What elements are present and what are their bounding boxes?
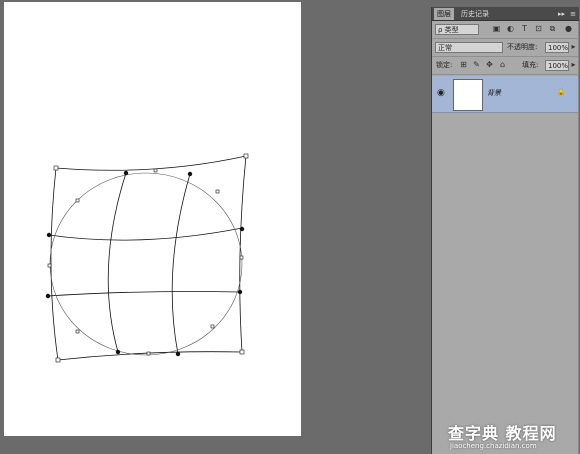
layer-filter-row: ρ 类型 ▣ ◐ T ⊡ ⧉ ● [432,21,579,39]
lock-position-icon[interactable]: ✥ [485,60,494,69]
warp-handle [153,168,158,173]
fill-dropdown-icon[interactable]: ▸ [569,60,578,69]
warp-handle [47,263,52,268]
warp-horizontal-line-2 [47,291,241,297]
tab-layers[interactable]: 图层 [434,8,454,20]
warp-handle [53,165,59,171]
fill-input[interactable]: 100% [545,60,569,71]
collapse-panel-icon[interactable]: ▸▸ [558,8,565,20]
warp-top-edge [55,155,247,171]
warp-handle [75,329,80,334]
blend-row: 正常 不透明度: 100% ▸ [432,39,579,57]
lock-row: 锁定: ⊞ ✎ ✥ ⌂ 填充: 100% ▸ [432,57,579,75]
panel-tab-bar: 图层 历史记录 ▸▸ ≡ [432,7,579,21]
warp-vertical-line-1 [107,172,127,353]
fill-label: 填充: [522,61,539,69]
warp-handle [55,357,61,363]
panel-scrollbar[interactable] [578,21,579,454]
warp-anchor [45,293,51,299]
warp-handle [239,255,244,260]
blend-mode-select[interactable]: 正常 [435,42,503,53]
watermark: 查字典 教程网 jiaocheng.chazidian.com [448,420,580,454]
tab-history[interactable]: 历史记录 [458,8,492,20]
warp-anchor [123,170,129,176]
watermark-title: 查字典 教程网 [448,424,557,443]
watermark-url: jiaocheng.chazidian.com [450,442,537,450]
layers-panel: 图层 历史记录 ▸▸ ≡ ρ 类型 ▣ ◐ T ⊡ ⧉ ● 正常 不透明度: 1… [431,7,579,454]
warp-anchor-points [45,170,245,357]
lock-all-icon[interactable]: ⌂ [498,60,507,69]
layer-name[interactable]: 背景 [487,88,501,98]
filter-kind-select[interactable]: ρ 类型 [435,24,479,35]
warp-anchor [115,349,121,355]
opacity-dropdown-icon[interactable]: ▸ [569,42,578,51]
warp-anchor [187,171,193,177]
image-filter-icon[interactable]: ▣ [492,24,501,33]
layer-row[interactable]: ◉ 背景 🔒 [432,76,579,113]
warp-horizontal-line-1 [48,227,243,241]
adjustment-filter-icon[interactable]: ◐ [506,24,515,33]
warp-handle [146,351,151,356]
panel-menu-icon[interactable]: ≡ [570,8,576,20]
warp-anchor [175,351,181,357]
warp-handle [243,153,249,159]
visibility-eye-icon[interactable]: ◉ [437,88,445,98]
lock-transparent-icon[interactable]: ⊞ [459,60,468,69]
warp-right-edge [239,155,247,353]
warp-handle [239,349,245,355]
warp-left-edge [50,167,59,361]
warp-grid-lines [47,155,247,361]
warp-control-handles [47,153,249,363]
opacity-label: 不透明度: [507,43,538,51]
warp-handle [215,189,220,194]
shape-filter-icon[interactable]: ⊡ [534,24,543,33]
layer-lock-icon: 🔒 [556,87,566,96]
lock-paint-icon[interactable]: ✎ [472,60,481,69]
warp-anchor [239,226,245,232]
filter-toggle-icon[interactable]: ● [564,24,573,33]
warp-anchor [237,289,243,295]
smart-object-filter-icon[interactable]: ⧉ [548,24,557,33]
warp-anchor [46,232,52,238]
opacity-input[interactable]: 100% [545,42,569,53]
type-filter-icon[interactable]: T [520,24,529,33]
warp-handle [75,198,80,203]
warp-vertical-line-2 [171,173,191,355]
layer-thumbnail [453,79,483,111]
warp-handle [210,324,215,329]
lock-label: 锁定: [436,61,453,69]
